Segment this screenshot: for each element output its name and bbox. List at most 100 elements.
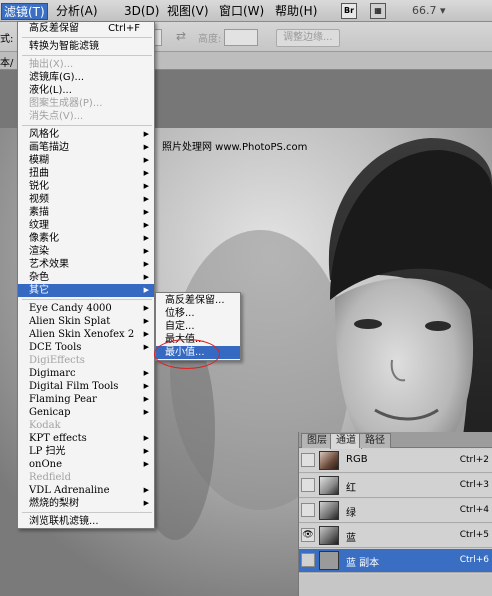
menu-item-video[interactable]: 视频 ▶: [18, 193, 154, 206]
menu-item-kpt-effects[interactable]: KPT effects ▶: [18, 432, 154, 445]
menu-separator: [22, 55, 152, 56]
channel-row-rgb[interactable]: RGB Ctrl+2: [299, 449, 492, 473]
menu-item-last-filter[interactable]: 高反差保留 Ctrl+F: [18, 22, 154, 35]
visibility-toggle[interactable]: [301, 478, 315, 492]
submenu-arrow-icon: ▶: [143, 273, 149, 281]
menu-item-kodak: Kodak: [29, 420, 61, 431]
menu-item-burning-pear[interactable]: 燃烧的梨树 ▶: [18, 497, 154, 510]
menu-item-genicap[interactable]: Genicap ▶: [18, 406, 154, 419]
menu-item-pattern-maker: 图案生成器(P)...: [29, 98, 103, 109]
submenu-arrow-icon: ▶: [143, 369, 149, 377]
channel-name: 红: [346, 483, 356, 494]
menu-analysis[interactable]: 分析(A): [56, 3, 98, 20]
visibility-toggle[interactable]: [301, 453, 315, 467]
menu-item-artistic[interactable]: 艺术效果 ▶: [18, 258, 154, 271]
menu-item-onone[interactable]: onOne ▶: [18, 458, 154, 471]
menu-item-eye-candy[interactable]: Eye Candy 4000 ▶: [18, 302, 154, 315]
menu-item-convert-smart-filter[interactable]: 转换为智能滤镜: [18, 40, 154, 53]
tab-channels[interactable]: 通道: [330, 433, 362, 449]
menu-3d[interactable]: 3D(D): [124, 3, 159, 20]
menu-bar: 滤镜(T) 分析(A) 3D(D) 视图(V) 窗口(W) 帮助(H) Br ▦…: [0, 0, 492, 22]
visibility-toggle[interactable]: 👁: [301, 528, 315, 542]
menu-item-sketch[interactable]: 素描 ▶: [18, 206, 154, 219]
channel-shortcut: Ctrl+6: [459, 555, 489, 565]
submenu-arrow-icon: ▶: [143, 447, 149, 455]
tab-paths[interactable]: 路径: [359, 433, 391, 448]
menu-item-flaming-pear[interactable]: Flaming Pear ▶: [18, 393, 154, 406]
menu-help[interactable]: 帮助(H): [275, 3, 317, 20]
menu-item-brush-strokes[interactable]: 画笔描边 ▶: [18, 141, 154, 154]
menu-item-browse-online-filters[interactable]: 浏览联机滤镜...: [18, 515, 154, 528]
submenu-item-offset[interactable]: 位移...: [156, 307, 240, 320]
menu-filter[interactable]: 滤镜(T): [1, 3, 48, 20]
height-label: 高度:: [198, 34, 222, 45]
height-field[interactable]: [224, 29, 258, 46]
refine-edge-button[interactable]: 调整边缘...: [276, 29, 340, 47]
menu-item-digital-film-tools[interactable]: Digital Film Tools ▶: [18, 380, 154, 393]
menu-item-alien-skin-xenofex[interactable]: Alien Skin Xenofex 2 ▶: [18, 328, 154, 341]
menu-item-liquify[interactable]: 液化(L)...: [18, 84, 154, 97]
submenu-arrow-icon: ▶: [143, 156, 149, 164]
channel-shortcut: Ctrl+2: [459, 455, 489, 465]
panel-tabs: 图层 通道 路径: [299, 432, 492, 449]
channel-thumbnail: [319, 451, 339, 470]
menu-item-sharpen[interactable]: 锐化 ▶: [18, 180, 154, 193]
submenu-arrow-icon: ▶: [143, 234, 149, 242]
panel-footer: [299, 574, 492, 596]
menu-item-filter-gallery[interactable]: 滤镜库(G)...: [18, 71, 154, 84]
channel-name: RGB: [346, 454, 368, 465]
submenu-arrow-icon: ▶: [143, 143, 149, 151]
menu-item-vdl-adrenaline[interactable]: VDL Adrenaline ▶: [18, 484, 154, 497]
screen-mode-icon[interactable]: ▦: [370, 3, 386, 19]
menu-item-alien-skin-splat[interactable]: Alien Skin Splat ▶: [18, 315, 154, 328]
tab-layers[interactable]: 图层: [301, 433, 333, 448]
channels-panel: 图层 通道 路径 RGB Ctrl+2 红 Ctrl+3 绿 Ctrl+4 👁 …: [298, 432, 492, 596]
menu-item-extract: 抽出(X)...: [29, 59, 74, 70]
submenu-arrow-icon: ▶: [143, 304, 149, 312]
channel-name: 绿: [346, 508, 356, 519]
menu-window[interactable]: 窗口(W): [219, 3, 264, 20]
menu-item-render[interactable]: 渲染 ▶: [18, 245, 154, 258]
submenu-arrow-icon: ▶: [143, 208, 149, 216]
menu-item-dce-tools[interactable]: DCE Tools ▶: [18, 341, 154, 354]
channel-name: 蓝 副本: [346, 558, 380, 569]
channel-row-blue[interactable]: 👁 蓝 Ctrl+5: [299, 524, 492, 548]
menu-item-distort[interactable]: 扭曲 ▶: [18, 167, 154, 180]
channel-shortcut: Ctrl+4: [459, 505, 489, 515]
menu-item-pixelate[interactable]: 像素化 ▶: [18, 232, 154, 245]
document-tab[interactable]: 本/: [0, 54, 13, 69]
channel-row-blue-copy[interactable]: 蓝 副本 Ctrl+6: [299, 549, 492, 573]
submenu-arrow-icon: ▶: [143, 260, 149, 268]
submenu-item-high-pass[interactable]: 高反差保留...: [156, 294, 240, 307]
menu-item-blur[interactable]: 模糊 ▶: [18, 154, 154, 167]
annotation-circle: [154, 339, 220, 369]
channel-thumbnail: [319, 476, 339, 495]
menu-item-noise[interactable]: 杂色 ▶: [18, 271, 154, 284]
swap-icon[interactable]: ⇄: [176, 29, 186, 43]
submenu-arrow-icon: ▶: [143, 182, 149, 190]
bridge-button[interactable]: Br: [341, 3, 357, 19]
menu-item-stylize[interactable]: 风格化 ▶: [18, 128, 154, 141]
visibility-toggle[interactable]: [301, 503, 315, 517]
menu-item-texture[interactable]: 纹理 ▶: [18, 219, 154, 232]
channel-row-red[interactable]: 红 Ctrl+3: [299, 474, 492, 498]
menu-item-digieffects: DigiEffects: [29, 355, 85, 366]
submenu-arrow-icon: ▶: [143, 395, 149, 403]
channel-shortcut: Ctrl+5: [459, 530, 489, 540]
menu-view[interactable]: 视图(V): [167, 3, 209, 20]
visibility-toggle[interactable]: [301, 553, 315, 567]
menu-item-digimarc[interactable]: Digimarc ▶: [18, 367, 154, 380]
submenu-arrow-icon: ▶: [143, 408, 149, 416]
eye-icon: 👁: [302, 530, 314, 540]
submenu-arrow-icon: ▶: [143, 130, 149, 138]
channel-thumbnail: [319, 551, 339, 570]
submenu-item-custom[interactable]: 自定...: [156, 320, 240, 333]
submenu-arrow-icon: ▶: [143, 317, 149, 325]
channel-thumbnail: [319, 526, 339, 545]
menu-separator: [22, 299, 152, 300]
menu-item-other[interactable]: 其它 ▶: [18, 284, 154, 297]
channel-row-green[interactable]: 绿 Ctrl+4: [299, 499, 492, 523]
zoom-level[interactable]: 66.7 ▾: [412, 4, 446, 17]
menu-item-lp-sweep[interactable]: LP 扫光 ▶: [18, 445, 154, 458]
submenu-arrow-icon: ▶: [143, 169, 149, 177]
